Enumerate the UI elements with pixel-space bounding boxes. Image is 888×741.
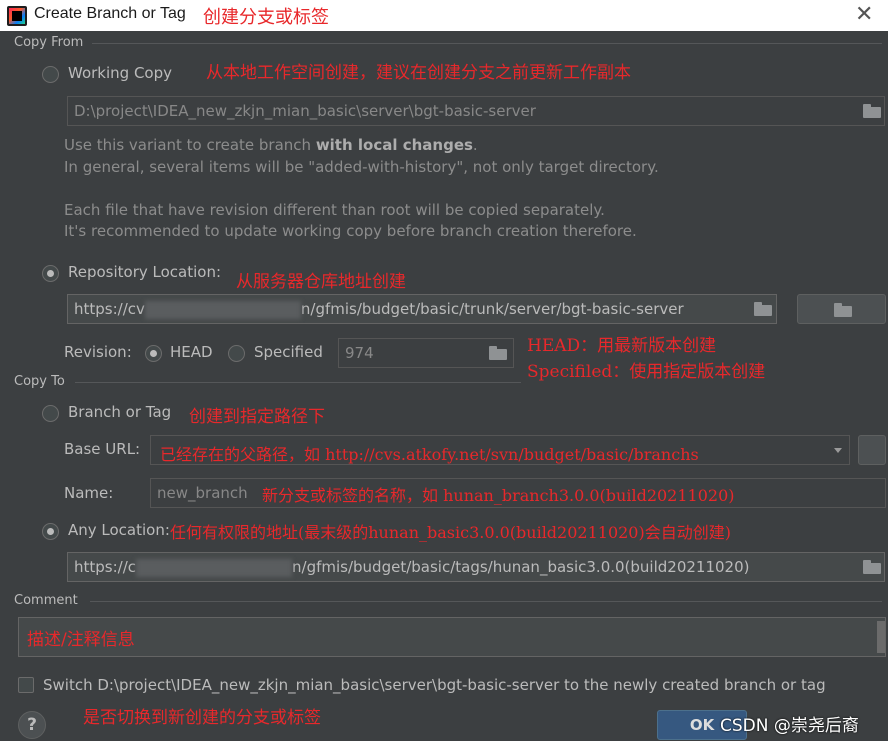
- repository-location-label[interactable]: Repository Location:: [68, 263, 221, 281]
- working-copy-hint-line3: Each file that have revision different t…: [64, 201, 605, 219]
- help-button[interactable]: ?: [18, 711, 46, 739]
- working-copy-label[interactable]: Working Copy: [68, 64, 172, 82]
- folder-icon[interactable]: [489, 346, 507, 360]
- folder-icon[interactable]: [863, 560, 881, 574]
- repository-url-prefix: https://cv: [74, 300, 145, 318]
- comment-scrollbar[interactable]: [877, 621, 885, 653]
- revision-head-radio[interactable]: [145, 345, 162, 362]
- comment-textarea[interactable]: 描述/注释信息: [18, 617, 886, 657]
- revision-number-field[interactable]: 974: [338, 338, 514, 368]
- revision-number-value: 974: [345, 344, 374, 362]
- working-copy-annotation: 从本地工作空间创建，建议在创建分支之前更新工作副本: [206, 63, 631, 83]
- title-bar: Create Branch or Tag 创建分支或标签 ✕: [0, 0, 888, 31]
- any-location-url-prefix: https://c: [74, 558, 137, 576]
- revision-specified-label[interactable]: Specified: [254, 343, 323, 361]
- dialog-title: Create Branch or Tag: [34, 5, 186, 22]
- revision-head-annotation: HEAD：用最新版本创建: [527, 336, 717, 356]
- close-icon[interactable]: ✕: [855, 2, 873, 27]
- repository-url-field[interactable]: https://cv n/gfmis/budget/basic/trunk/ser…: [67, 294, 777, 324]
- revision-label: Revision:: [64, 343, 132, 361]
- switch-checkbox[interactable]: [18, 677, 34, 693]
- revision-head-label[interactable]: HEAD: [170, 343, 213, 361]
- any-location-url-field[interactable]: https://c n/gfmis/budget/basic/tags/hunan…: [67, 552, 885, 582]
- copy-from-label: Copy From: [14, 35, 84, 50]
- copy-from-divider: [92, 43, 882, 44]
- any-location-label[interactable]: Any Location:: [68, 521, 170, 539]
- repository-url-suffix: n/gfmis/budget/basic/trunk/server/bgt-ba…: [300, 300, 684, 318]
- name-label: Name:: [64, 484, 114, 502]
- copy-to-label: Copy To: [14, 374, 65, 389]
- intellij-logo-icon: [7, 6, 27, 26]
- working-copy-hint-line2: In general, several items will be "added…: [64, 158, 659, 176]
- redacted-host: [136, 558, 293, 577]
- repository-location-radio[interactable]: [42, 265, 59, 282]
- name-annotation: 新分支或标签的名称，如 hunan_branch3.0.0(build20211…: [262, 486, 735, 505]
- folder-icon: [834, 303, 852, 317]
- any-location-url-suffix: n/gfmis/budget/basic/tags/hunan_basic3.0…: [292, 558, 750, 576]
- branch-or-tag-annotation: 创建到指定路径下: [189, 407, 325, 427]
- working-copy-radio[interactable]: [42, 66, 59, 83]
- copy-to-divider: [75, 382, 521, 383]
- switch-annotation: 是否切换到新创建的分支或标签: [83, 708, 321, 728]
- base-url-annotation: 已经存在的父路径，如 http://cvs.atkofy.net/svn/bud…: [160, 445, 699, 464]
- csdn-watermark: CSDN @崇尧后裔: [720, 716, 859, 736]
- comment-divider: [90, 601, 882, 602]
- browse-repository-button[interactable]: [797, 294, 886, 324]
- branch-or-tag-label[interactable]: Branch or Tag: [68, 403, 171, 421]
- revision-specified-annotation: Specifiled：使用指定版本创建: [527, 362, 766, 382]
- any-location-annotation: 任何有权限的地址(最末级的hunan_basic3.0.0(build20211…: [170, 523, 731, 542]
- any-location-radio[interactable]: [42, 523, 59, 540]
- working-copy-hint-line1: Use this variant to create branch with l…: [64, 136, 478, 154]
- revision-specified-radio[interactable]: [228, 345, 245, 362]
- working-copy-hint-line4: It's recommended to update working copy …: [64, 222, 637, 240]
- redacted-host: [144, 300, 301, 319]
- repository-location-annotation: 从服务器仓库地址创建: [236, 272, 406, 292]
- branch-or-tag-radio[interactable]: [42, 405, 59, 422]
- switch-label[interactable]: Switch D:\project\IDEA_new_zkjn_mian_bas…: [43, 676, 826, 694]
- title-annotation: 创建分支或标签: [203, 7, 329, 28]
- folder-icon: [863, 104, 881, 118]
- folder-icon[interactable]: [754, 302, 772, 316]
- chevron-down-icon[interactable]: [834, 448, 842, 453]
- base-url-label: Base URL:: [64, 440, 141, 458]
- comment-value: 描述/注释信息: [27, 630, 135, 650]
- comment-label: Comment: [14, 593, 78, 608]
- working-copy-path-value: D:\project\IDEA_new_zkjn_mian_basic\serv…: [74, 102, 536, 120]
- name-value: new_branch: [157, 484, 248, 502]
- working-copy-path-field: D:\project\IDEA_new_zkjn_mian_basic\serv…: [67, 96, 885, 126]
- base-url-browse-button[interactable]: [858, 435, 886, 465]
